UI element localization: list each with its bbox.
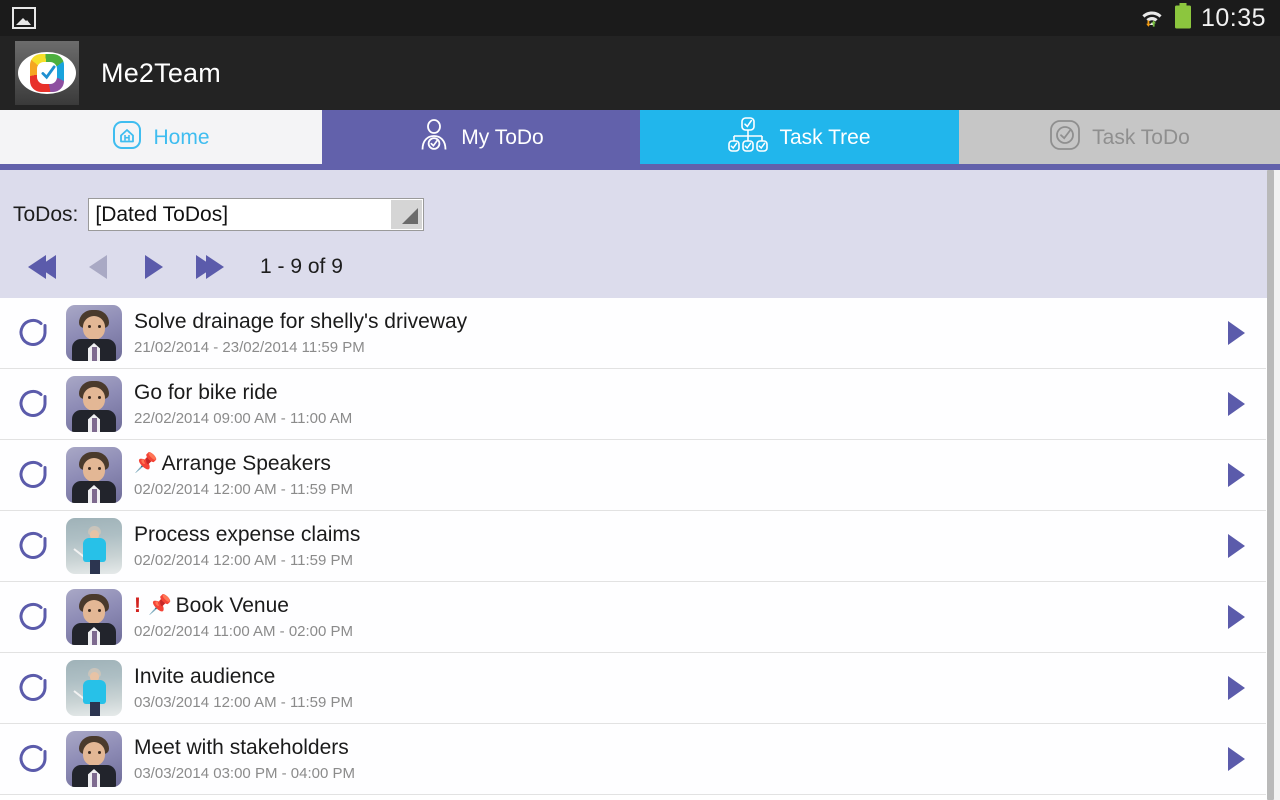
tab-task-todo[interactable]: Task ToDo bbox=[959, 110, 1280, 164]
table-row[interactable]: Meet with stakeholders 03/03/2014 03:00 P… bbox=[0, 724, 1266, 795]
me2team-logo[interactable] bbox=[15, 41, 79, 105]
chevron-right-icon[interactable] bbox=[1206, 676, 1266, 700]
app-title: Me2Team bbox=[101, 57, 221, 88]
screen: 10:35 Me2Team Home My ToDo Task Tree Tas… bbox=[0, 0, 1280, 800]
avatar[interactable] bbox=[66, 305, 122, 361]
row-date: 21/02/2014 - 23/02/2014 11:59 PM bbox=[134, 339, 365, 357]
first-page-icon[interactable] bbox=[14, 250, 70, 284]
tab-bar: Home My ToDo Task Tree Task ToDo bbox=[0, 110, 1280, 170]
pending-circle-icon[interactable] bbox=[0, 742, 66, 776]
person-check-icon bbox=[418, 118, 450, 157]
todo-list[interactable]: Solve drainage for shelly's driveway 21/0… bbox=[0, 298, 1266, 800]
chevron-right-icon[interactable] bbox=[1206, 747, 1266, 771]
pending-circle-icon[interactable] bbox=[0, 600, 66, 634]
row-date: 02/02/2014 12:00 AM - 11:59 PM bbox=[134, 481, 354, 499]
avatar[interactable] bbox=[66, 376, 122, 432]
pending-circle-icon[interactable] bbox=[0, 458, 66, 492]
image-icon bbox=[12, 7, 36, 29]
row-title: 📌 Arrange Speakers bbox=[134, 451, 1206, 475]
row-title-text: Arrange Speakers bbox=[161, 451, 331, 475]
pin-icon: 📌 bbox=[148, 595, 172, 617]
status-bar-right: 10:35 bbox=[1139, 2, 1280, 34]
row-title: ! 📌 Book Venue bbox=[134, 593, 1206, 617]
pagination: 1 - 9 of 9 bbox=[14, 250, 343, 284]
avatar[interactable] bbox=[66, 589, 122, 645]
tab-home[interactable]: Home bbox=[0, 110, 322, 164]
battery-icon bbox=[1174, 2, 1192, 34]
row-title: Invite audience bbox=[134, 664, 1206, 688]
row-text: 📌 Arrange Speakers 02/02/2014 12:00 AM - 1… bbox=[134, 451, 1206, 499]
row-date: 22/02/2014 09:00 AM - 11:00 AM bbox=[134, 410, 353, 428]
row-title-text: Process expense claims bbox=[134, 522, 361, 546]
avatar[interactable] bbox=[66, 447, 122, 503]
priority-indicator: ! bbox=[134, 593, 141, 617]
table-row[interactable]: Solve drainage for shelly's driveway 21/0… bbox=[0, 298, 1266, 369]
row-date: 03/03/2014 12:00 AM - 11:59 PM bbox=[134, 694, 354, 712]
avatar[interactable] bbox=[66, 731, 122, 787]
row-text: Invite audience 03/03/2014 12:00 AM - 11:… bbox=[134, 664, 1206, 712]
table-row[interactable]: Go for bike ride 22/02/2014 09:00 AM - 11… bbox=[0, 369, 1266, 440]
tab-home-label: Home bbox=[153, 125, 210, 149]
status-bar-left bbox=[0, 7, 36, 29]
todos-select-value: [Dated ToDos] bbox=[95, 203, 229, 226]
table-row[interactable]: Process expense claims 02/02/2014 12:00 A… bbox=[0, 511, 1266, 582]
scrollbar-thumb[interactable] bbox=[1267, 170, 1274, 800]
row-title: Solve drainage for shelly's driveway bbox=[134, 309, 1206, 333]
row-title-text: Book Venue bbox=[175, 593, 289, 617]
row-title-text: Go for bike ride bbox=[134, 380, 278, 404]
row-text: Go for bike ride 22/02/2014 09:00 AM - 11… bbox=[134, 380, 1206, 428]
row-title-text: Meet with stakeholders bbox=[134, 735, 349, 759]
check-circle-icon bbox=[1049, 119, 1081, 156]
chevron-right-icon[interactable] bbox=[1206, 321, 1266, 345]
last-page-icon[interactable] bbox=[182, 250, 238, 284]
tab-task-tree[interactable]: Task Tree bbox=[640, 110, 959, 164]
task-tree-icon bbox=[728, 116, 769, 159]
row-title: Process expense claims bbox=[134, 522, 1206, 546]
tab-my-todo-label: My ToDo bbox=[461, 125, 544, 149]
avatar[interactable] bbox=[66, 518, 122, 574]
row-text: Process expense claims 02/02/2014 12:00 A… bbox=[134, 522, 1206, 570]
pagination-count: 1 - 9 of 9 bbox=[260, 255, 343, 278]
chevron-right-icon[interactable] bbox=[1206, 605, 1266, 629]
app-bar: Me2Team bbox=[0, 36, 1280, 110]
check-icon bbox=[41, 65, 56, 80]
pending-circle-icon[interactable] bbox=[0, 671, 66, 705]
pending-circle-icon[interactable] bbox=[0, 316, 66, 350]
row-title: Meet with stakeholders bbox=[134, 735, 1206, 759]
chevron-right-icon[interactable] bbox=[1206, 392, 1266, 416]
filter-bar: ToDos: [Dated ToDos] 1 - 9 of 9 bbox=[0, 170, 1280, 452]
todos-filter-row: ToDos: [Dated ToDos] bbox=[13, 198, 425, 231]
todos-filter-label: ToDos: bbox=[13, 202, 79, 226]
row-text: Meet with stakeholders 03/03/2014 03:00 P… bbox=[134, 735, 1206, 783]
row-date: 02/02/2014 12:00 AM - 11:59 PM bbox=[134, 552, 354, 570]
row-date: 03/03/2014 03:00 PM - 04:00 PM bbox=[134, 765, 355, 783]
row-text: ! 📌 Book Venue 02/02/2014 11:00 AM - 02:00 … bbox=[134, 593, 1206, 641]
wifi-icon bbox=[1139, 4, 1165, 33]
status-bar: 10:35 bbox=[0, 0, 1280, 36]
home-icon bbox=[112, 120, 142, 155]
dropdown-triangle-icon[interactable] bbox=[391, 200, 423, 229]
table-row[interactable]: Invite audience 03/03/2014 12:00 AM - 11:… bbox=[0, 653, 1266, 724]
scrollbar-track bbox=[1274, 170, 1280, 800]
tab-task-tree-label: Task Tree bbox=[779, 125, 871, 149]
row-date: 02/02/2014 11:00 AM - 02:00 PM bbox=[134, 623, 354, 641]
pending-circle-icon[interactable] bbox=[0, 387, 66, 421]
next-page-icon[interactable] bbox=[126, 250, 182, 284]
table-row[interactable]: ! 📌 Book Venue 02/02/2014 11:00 AM - 02:00 … bbox=[0, 582, 1266, 653]
todos-select[interactable]: [Dated ToDos] bbox=[88, 198, 425, 231]
pin-icon: 📌 bbox=[134, 453, 158, 475]
previous-page-icon[interactable] bbox=[70, 250, 126, 284]
table-row[interactable]: 📌 Arrange Speakers 02/02/2014 12:00 AM - 1… bbox=[0, 440, 1266, 511]
row-text: Solve drainage for shelly's driveway 21/0… bbox=[134, 309, 1206, 357]
row-title: Go for bike ride bbox=[134, 380, 1206, 404]
chevron-right-icon[interactable] bbox=[1206, 534, 1266, 558]
avatar[interactable] bbox=[66, 660, 122, 716]
row-title-text: Invite audience bbox=[134, 664, 276, 688]
status-bar-clock: 10:35 bbox=[1200, 3, 1266, 32]
tab-my-todo[interactable]: My ToDo bbox=[322, 110, 640, 164]
pending-circle-icon[interactable] bbox=[0, 529, 66, 563]
tab-task-todo-label: Task ToDo bbox=[1092, 125, 1190, 149]
chevron-right-icon[interactable] bbox=[1206, 463, 1266, 487]
row-title-text: Solve drainage for shelly's driveway bbox=[134, 309, 468, 333]
